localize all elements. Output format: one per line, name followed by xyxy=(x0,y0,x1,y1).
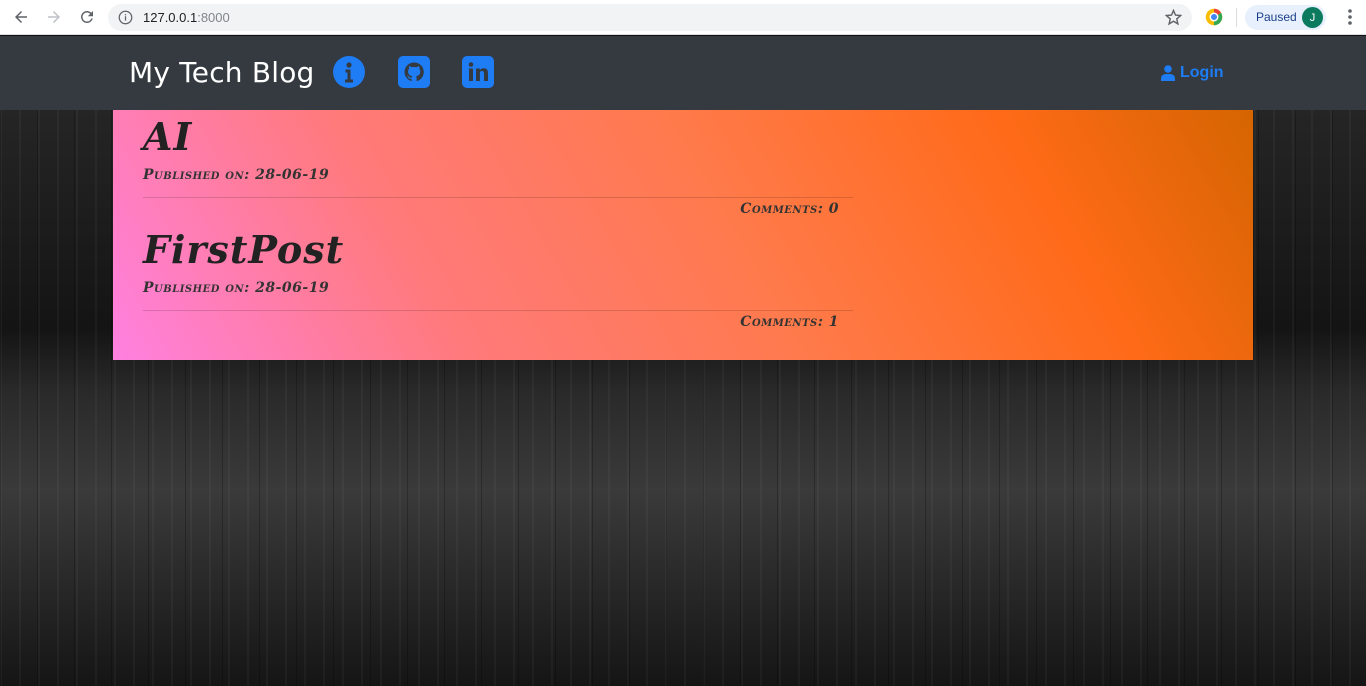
linkedin-icon xyxy=(462,56,494,88)
address-bar[interactable]: 127.0.0.1:8000 xyxy=(108,4,1192,31)
post-comments-count: Comments: 1 xyxy=(740,314,839,330)
github-link[interactable] xyxy=(398,56,430,88)
reload-icon xyxy=(81,10,93,23)
linkedin-link[interactable] xyxy=(462,56,494,88)
post-divider xyxy=(143,197,853,198)
back-button[interactable] xyxy=(10,6,32,28)
forward-button[interactable] xyxy=(43,6,65,28)
post-title[interactable]: FirstPost xyxy=(143,227,853,272)
post-divider xyxy=(143,310,853,311)
post-comments-count: Comments: 0 xyxy=(740,201,839,217)
url-text: 127.0.0.1:8000 xyxy=(143,10,230,25)
profile-status: Paused xyxy=(1256,10,1297,24)
bookmark-star-icon[interactable] xyxy=(1165,9,1182,26)
extension-icon[interactable] xyxy=(1205,8,1223,26)
login-label: Login xyxy=(1180,64,1224,81)
toolbar-divider xyxy=(1236,8,1237,27)
more-menu-icon[interactable] xyxy=(1342,8,1358,26)
github-icon xyxy=(398,56,430,88)
arrow-right-icon xyxy=(48,11,60,23)
site-brand[interactable]: My Tech Blog xyxy=(129,56,315,89)
page-background: My Tech Blog Login AI Published on: 28-0… xyxy=(0,36,1366,686)
post-date: Published on: 28-06-19 xyxy=(143,280,330,296)
post-title[interactable]: AI xyxy=(143,114,853,159)
avatar: J xyxy=(1302,7,1323,28)
info-link[interactable] xyxy=(333,56,365,88)
info-icon xyxy=(333,56,365,88)
reload-button[interactable] xyxy=(76,6,98,28)
url-host: 127.0.0.1 xyxy=(143,10,198,25)
arrow-left-icon xyxy=(15,11,27,23)
post-date: Published on: 28-06-19 xyxy=(143,167,330,183)
login-link[interactable]: Login xyxy=(1161,64,1224,82)
profile-button[interactable]: Paused J xyxy=(1245,5,1326,30)
post-item: FirstPost Published on: 28-06-19 Comment… xyxy=(143,227,853,330)
post-item: AI Published on: 28-06-19 Comments: 0 xyxy=(143,114,853,217)
posts-container: AI Published on: 28-06-19 Comments: 0 Fi… xyxy=(113,110,1253,360)
browser-toolbar: 127.0.0.1:8000 Paused J xyxy=(0,0,1366,35)
site-info-icon[interactable] xyxy=(118,10,133,25)
user-icon xyxy=(1161,65,1175,81)
site-navbar: My Tech Blog Login xyxy=(0,36,1366,110)
url-port: :8000 xyxy=(197,10,230,25)
